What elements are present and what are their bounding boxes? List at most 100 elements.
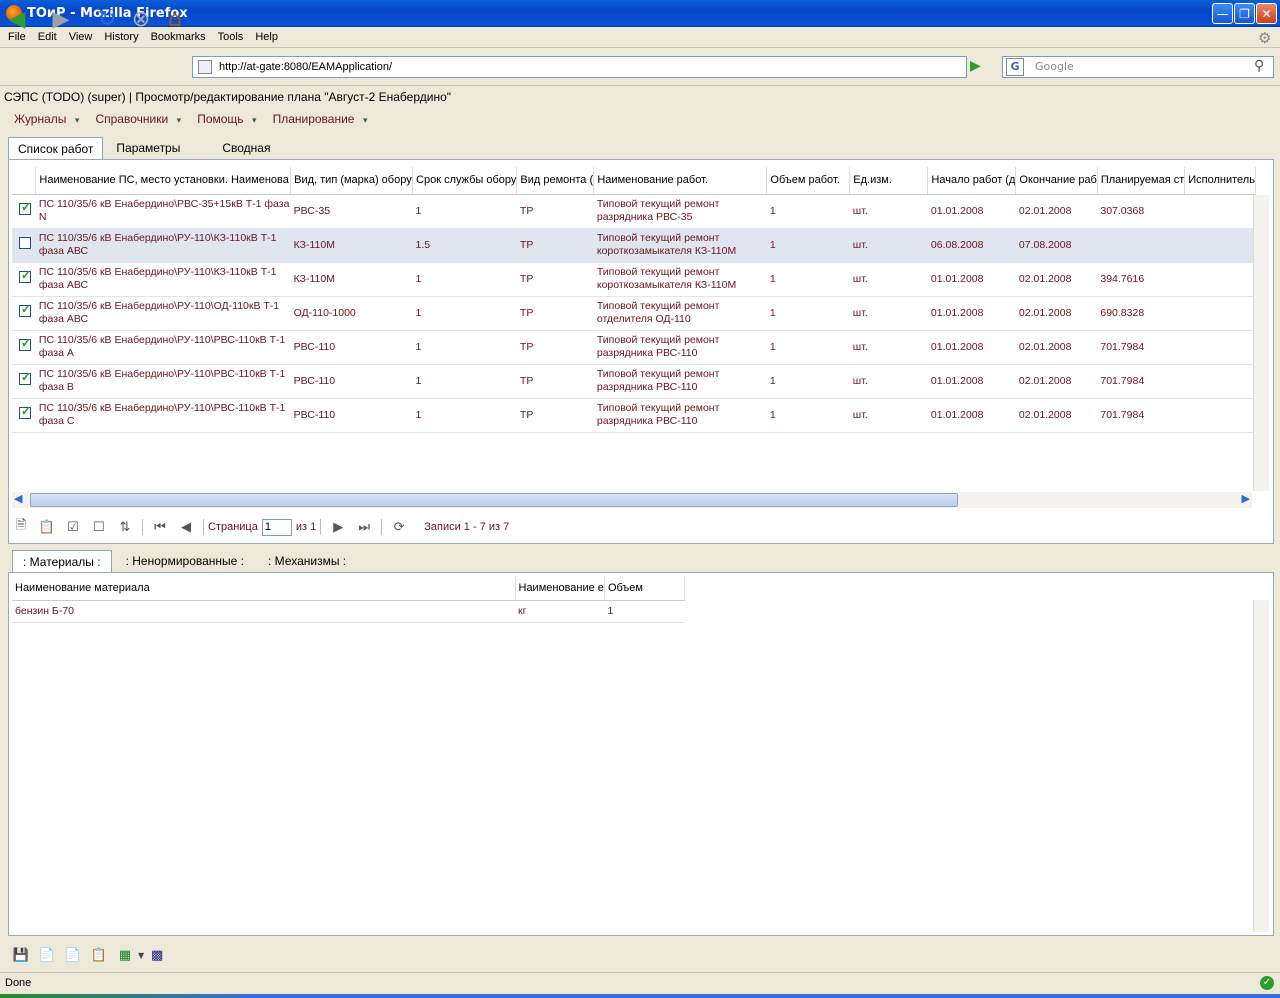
tab-unnormalized[interactable]: : Ненормированные : [116,550,254,572]
menu-journals[interactable]: Журналы [14,112,79,126]
row-checkbox[interactable] [19,337,31,351]
scroll-thumb[interactable] [30,493,958,507]
search-icon[interactable]: ⚲ [1254,58,1264,74]
grid-horizontal-scrollbar[interactable]: ◀ ▶ [12,492,1252,508]
cell-executor [1184,262,1256,297]
material-name: бензин Б-70 [12,600,515,623]
records-count: Записи 1 - 7 из 7 [424,521,510,533]
scroll-right-icon[interactable]: ▶ [1242,492,1250,505]
close-button[interactable]: ✕ [1256,3,1277,24]
next-page-icon[interactable]: ▶ [330,519,346,535]
menu-planning[interactable]: Планирование [273,112,368,126]
column-header[interactable]: Объем [604,576,685,601]
row-checkbox-cell [12,228,36,263]
menu-view[interactable]: View [63,31,99,43]
go-icon[interactable]: ▶ [970,58,981,74]
check-all-icon[interactable]: ☑ [65,519,81,535]
cell-work: Типовой текущий ремонт отделителя ОД-110 [593,296,767,331]
table-row[interactable]: ПС 110/35/6 кВ Енабердино\РУ-110\ОД-110к… [12,296,1256,331]
refresh-icon[interactable]: ⟳ [391,519,407,535]
sort-az-icon[interactable]: ⇅ [117,519,133,535]
tab-parameters[interactable]: Параметры [107,137,189,159]
table-row[interactable]: ПС 110/35/6 кВ Енабердино\РУ-110\РВС-110… [12,398,1256,433]
cell-volume: 1 [766,330,850,365]
column-header[interactable]: Начало работ (д [927,167,1017,195]
row-checkbox[interactable] [19,303,31,317]
column-header[interactable]: Окончание раб [1015,167,1098,195]
menu-bookmarks[interactable]: Bookmarks [145,31,212,43]
table-row[interactable]: ПС 110/35/6 кВ Енабердино\РВС-35+15кВ Т-… [12,194,1256,229]
menu-history[interactable]: History [98,31,144,43]
tab-materials[interactable]: : Материалы : [12,550,112,572]
column-header[interactable]: Ед.изм. [849,167,929,195]
menu-tools[interactable]: Tools [212,31,250,43]
row-checkbox[interactable] [19,201,31,215]
back-icon[interactable]: ◀ [4,6,30,32]
forward-icon[interactable]: ▶ [48,6,74,32]
stop-icon[interactable]: ⊗ [128,6,154,32]
column-header[interactable]: Исполнитель [1184,167,1256,195]
clipboard-icon[interactable]: 📋 [91,947,107,963]
table-row[interactable]: ПС 110/35/6 кВ Енабердино\РУ-110\РВС-110… [12,330,1256,365]
row-checkbox[interactable] [19,371,31,385]
table-row[interactable]: ПС 110/35/6 кВ Енабердино\РУ-110\РВС-110… [12,364,1256,399]
minimize-button[interactable]: — [1212,3,1233,24]
column-header[interactable]: Наименование материала [12,576,516,601]
scroll-left-icon[interactable]: ◀ [14,492,22,505]
cell-executor [1184,398,1256,433]
cell-life: 1.5 [412,228,517,263]
column-header-check [12,167,37,195]
grid-vertical-scrollbar[interactable] [1253,195,1269,491]
excel-icon[interactable]: ▦ [117,947,133,963]
home-icon[interactable]: ⌂ [162,6,188,32]
column-header[interactable]: Объем работ. [766,167,851,195]
search-field[interactable]: Google [1002,56,1274,78]
column-header[interactable]: Планируемая ст [1097,167,1186,195]
column-header[interactable]: Наименование работ. [593,167,768,195]
new-document-icon[interactable]: 🗎 [13,517,29,535]
menu-help[interactable]: Help [249,31,284,43]
column-header[interactable]: Срок службы обору [412,167,518,195]
page-number-input[interactable] [261,518,292,536]
cell-cost: 690.8328 [1097,296,1185,331]
row-checkbox-cell [12,296,36,331]
tab-work-list[interactable]: Список работ [8,137,104,159]
cell-name: ПС 110/35/6 кВ Енабердино\РУ-110\РВС-110… [35,398,291,433]
cell-start: 01.01.2008 [927,262,1016,297]
save-icon[interactable]: 💾 [13,947,29,963]
column-header[interactable]: Наименование е [515,576,605,601]
menu-file[interactable]: File [2,31,32,43]
document-copy-icon[interactable]: 📄 [65,947,81,963]
tab-mechanisms[interactable]: : Механизмы : [258,550,356,572]
prev-page-icon[interactable]: ◀ [178,519,194,535]
tab-summary[interactable]: Сводная [213,137,279,159]
last-page-icon[interactable]: ⏭ [356,519,372,535]
row-checkbox[interactable] [19,237,31,249]
app-menu: Журналы Справочники Помощь Планирование [0,109,1280,129]
column-header[interactable]: Наименование ПС, место установки. Наимен… [35,167,292,195]
excel-dropdown-icon[interactable]: ▼ [138,951,144,960]
first-page-icon[interactable]: ⏮ [152,519,168,535]
table-row[interactable]: ПС 110/35/6 кВ Енабердино\РУ-110\КЗ-110к… [12,262,1256,297]
grid-settings-icon[interactable]: ▩ [149,947,165,963]
table-row[interactable]: бензин Б-70 кг 1 [12,600,685,623]
document-icon[interactable]: 📄 [39,947,55,963]
menu-help-app[interactable]: Помощь [197,112,256,126]
google-engine-icon[interactable]: G [1006,58,1024,76]
uncheck-all-icon[interactable]: ☐ [91,519,107,535]
materials-vertical-scrollbar[interactable] [1253,600,1269,932]
menu-edit[interactable]: Edit [32,31,63,43]
menu-directories[interactable]: Справочники [95,112,181,126]
cell-cost: 701.7984 [1097,330,1185,365]
row-checkbox[interactable] [19,405,31,419]
reload-icon[interactable]: ↻ [94,6,120,32]
url-field[interactable]: http://at-gate:8080/EAMApplication/ [192,56,967,78]
row-checkbox-cell [12,398,36,433]
restore-button[interactable]: ❐ [1234,3,1255,24]
table-row[interactable]: ПС 110/35/6 кВ Енабердино\РУ-110\КЗ-110к… [12,228,1256,263]
cell-unit: шт. [849,296,928,331]
column-header[interactable]: Вид, тип (марка) обору [290,167,414,195]
column-header[interactable]: Вид ремонта ( [516,167,595,195]
edit-icon[interactable]: 📋 [39,519,55,535]
row-checkbox[interactable] [19,269,31,283]
